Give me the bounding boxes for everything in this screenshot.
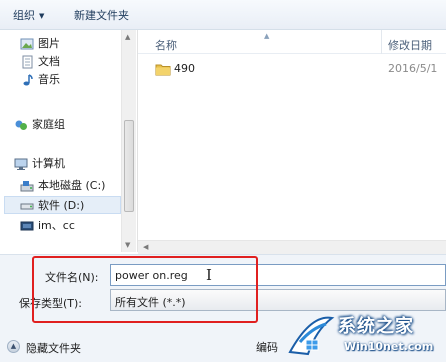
nav-item-label: 音乐: [38, 73, 60, 86]
file-name: 490: [174, 62, 195, 75]
nav-item-drive-d[interactable]: 软件 (D:): [4, 196, 121, 214]
nav-item-label: 本地磁盘 (C:): [38, 179, 106, 192]
nav-item-documents[interactable]: 文档: [20, 53, 116, 71]
nav-item-pictures[interactable]: 图片: [20, 35, 116, 53]
documents-icon: [22, 55, 33, 69]
folder-icon: [155, 64, 171, 76]
scroll-thumb[interactable]: [124, 120, 134, 212]
chevron-down-icon: ▼: [39, 12, 45, 20]
column-header: 名称 ▲ 修改日期: [138, 30, 446, 54]
music-icon: [23, 74, 33, 86]
sort-ascending-icon: ▲: [264, 32, 270, 40]
local-disk-icon: [20, 181, 34, 192]
scroll-down-icon[interactable]: ▼: [125, 241, 130, 249]
horizontal-scrollbar[interactable]: ◀: [138, 240, 446, 254]
filetype-select[interactable]: 所有文件 (*.*): [110, 289, 446, 311]
nav-item-label: 文档: [38, 55, 60, 68]
encoding-label: 编码: [256, 341, 278, 354]
drive-icon: [20, 203, 34, 210]
nav-item-music[interactable]: 音乐: [20, 71, 116, 89]
hide-folders-label: 隐藏文件夹: [26, 342, 81, 355]
file-date: 2016/5/1: [388, 62, 438, 75]
nav-item-label: 图片: [38, 37, 60, 50]
nav-item-label: 软件 (D:): [38, 199, 85, 212]
organize-label: 组织: [13, 9, 35, 22]
nav-item-drive-c[interactable]: 本地磁盘 (C:): [20, 177, 120, 195]
navigation-pane: 图片 文档 音乐 家庭组 计算机 本地磁盘 (C:) 软件 (D:) im、cc: [0, 30, 138, 252]
column-date-modified[interactable]: 修改日期: [388, 37, 432, 53]
chevron-up-icon: ▲: [7, 340, 20, 353]
computer-icon: [14, 158, 28, 170]
watermark-url: Win10net.com: [344, 340, 434, 353]
nav-item-label: 家庭组: [32, 118, 65, 131]
homegroup-icon: [15, 120, 27, 130]
nav-item-label: 计算机: [32, 157, 65, 170]
nav-item-label: im、cc: [38, 219, 75, 232]
toolbar: 组织 ▼ 新建文件夹: [0, 0, 446, 30]
pictures-icon: [20, 38, 34, 50]
watermark-logo-icon: [288, 316, 335, 356]
file-list: 名称 ▲ 修改日期 490 2016/5/1: [138, 30, 446, 252]
watermark-title: 系统之家: [338, 316, 414, 337]
organize-button[interactable]: 组织 ▼: [13, 8, 44, 24]
text-cursor-icon: I: [206, 266, 212, 284]
scroll-up-icon[interactable]: ▲: [125, 33, 130, 41]
filename-input[interactable]: [110, 264, 446, 286]
nav-item-homegroup[interactable]: 家庭组: [14, 116, 116, 134]
column-divider[interactable]: [381, 30, 382, 54]
filename-label: 文件名(N):: [45, 271, 99, 284]
drive-icon: [20, 221, 34, 231]
list-item[interactable]: 490 2016/5/1: [152, 60, 444, 78]
nav-scrollbar[interactable]: ▲ ▼: [121, 30, 136, 252]
filetype-label: 保存类型(T):: [19, 297, 83, 310]
column-name[interactable]: 名称: [155, 37, 177, 53]
scroll-left-icon[interactable]: ◀: [143, 243, 148, 251]
new-folder-label: 新建文件夹: [74, 9, 129, 22]
nav-item-drive-im[interactable]: im、cc: [20, 217, 120, 235]
new-folder-button[interactable]: 新建文件夹: [74, 8, 129, 24]
nav-item-computer[interactable]: 计算机: [14, 155, 116, 173]
